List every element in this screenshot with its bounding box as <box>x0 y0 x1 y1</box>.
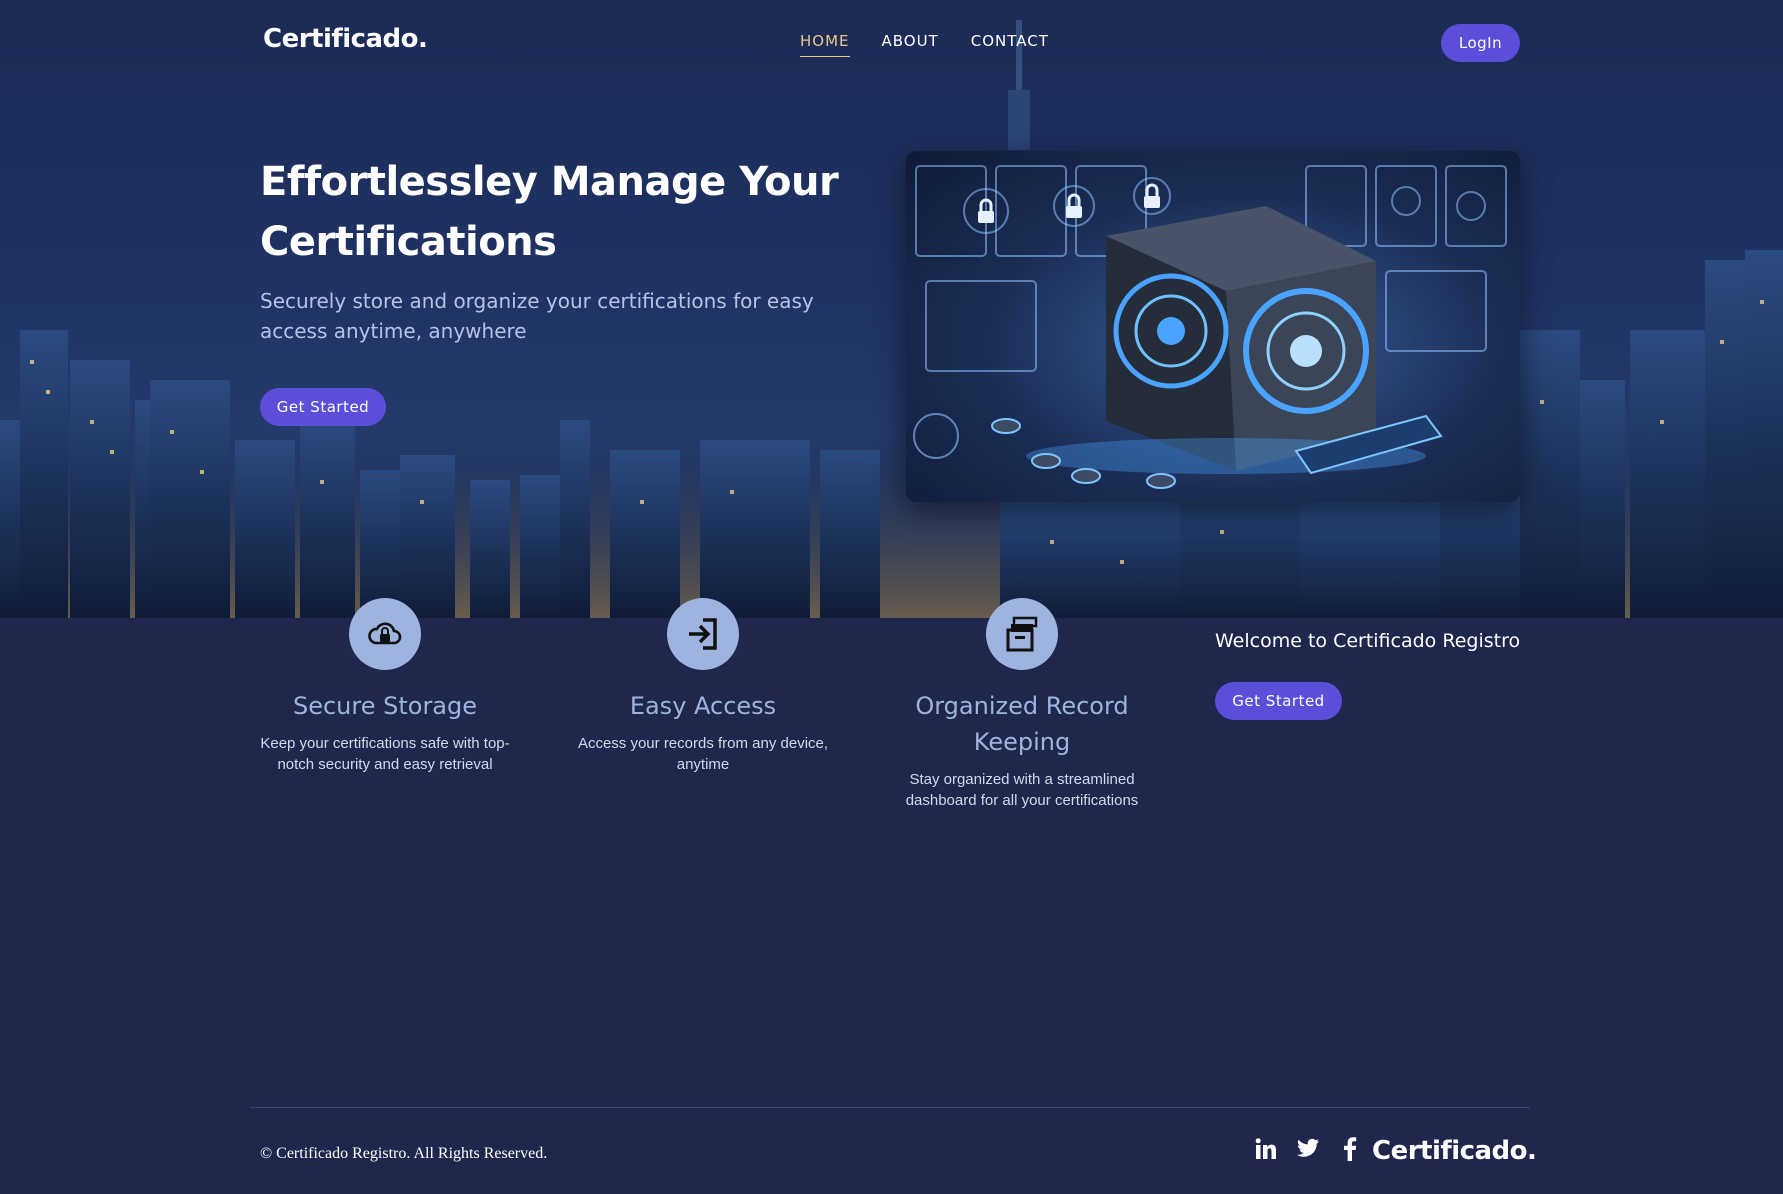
nav-links: HOME ABOUT CONTACT <box>800 32 1049 57</box>
archive-box-icon <box>986 598 1058 670</box>
feature-title: Secure Storage <box>292 692 478 720</box>
linkedin-icon[interactable] <box>1253 1136 1279 1162</box>
vault-artwork <box>913 165 1507 489</box>
login-button[interactable]: LogIn <box>1441 24 1520 62</box>
hero-title: Effortlessley Manage Your Certifications <box>260 159 839 265</box>
feature-description: Access your records from any device, any… <box>577 735 829 773</box>
brand-logo[interactable]: Certificado. <box>263 24 428 54</box>
cloud-lock-icon <box>349 598 421 670</box>
footer-brand-logo[interactable]: Certificado. <box>1372 1136 1537 1166</box>
feature-title: Organized Record Keeping <box>915 692 1129 756</box>
footer-divider <box>250 1107 1530 1108</box>
welcome-heading: Welcome to Certificado Registro <box>1215 630 1521 652</box>
hero-get-started-button[interactable]: Get Started <box>260 388 386 426</box>
hero-section: Certificado. HOME ABOUT CONTACT LogIn Ef… <box>0 0 1783 618</box>
top-navbar: Certificado. HOME ABOUT CONTACT LogIn <box>0 0 1783 86</box>
social-links <box>1253 1136 1363 1162</box>
nav-link-contact[interactable]: CONTACT <box>971 32 1049 57</box>
features-section: Secure Storage Keep your certifications … <box>0 598 1783 898</box>
feature-description: Keep your certifications safe with top-n… <box>260 735 510 773</box>
twitter-icon[interactable] <box>1295 1136 1321 1162</box>
welcome-get-started-button[interactable]: Get Started <box>1215 682 1342 720</box>
copyright-text: © Certificado Registro. All Rights Reser… <box>260 1145 548 1162</box>
feature-title: Easy Access <box>629 692 777 720</box>
nav-link-about[interactable]: ABOUT <box>882 32 939 57</box>
secure-vault-illustration <box>906 151 1520 502</box>
hero-subtitle: Securely store and organize your certifi… <box>260 289 814 343</box>
feature-description: Stay organized with a streamlined dashbo… <box>905 771 1139 809</box>
nav-link-home[interactable]: HOME <box>800 32 850 57</box>
sign-in-icon <box>667 598 739 670</box>
facebook-icon[interactable] <box>1337 1136 1363 1162</box>
